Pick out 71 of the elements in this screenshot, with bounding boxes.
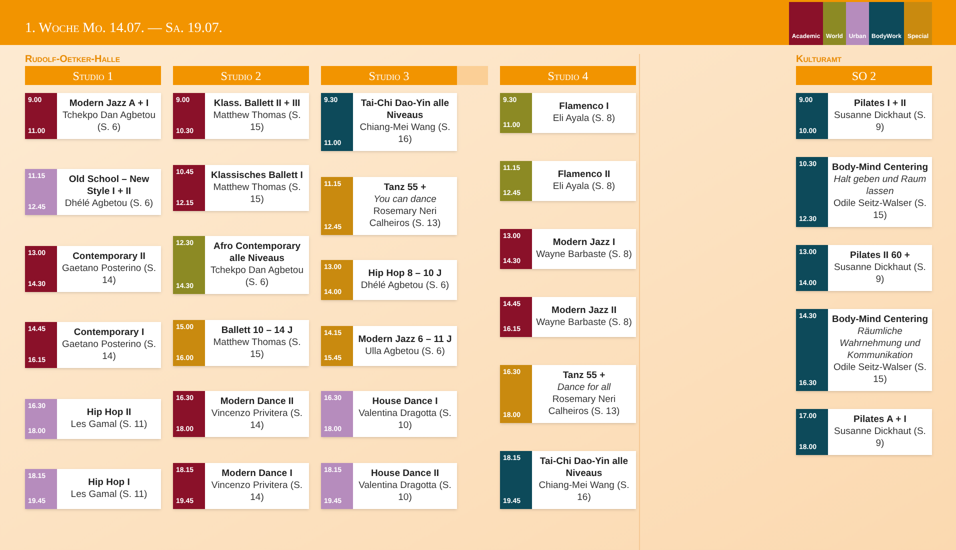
teacher-name: Odile Seitz-Walser (S. 15) [832, 362, 928, 386]
class-title: Contemporary II [72, 250, 146, 263]
teacher-name: Matthew Thomas (S. 15) [212, 336, 302, 361]
teacher-name: Vincenzo Privitera (S. 14) [210, 480, 304, 504]
class-title: House Dance I [372, 396, 438, 408]
teacher-name: Les Gamal (S. 11) [70, 418, 148, 431]
teacher-name: Gaetano Posterino (S. 14) [61, 339, 157, 364]
class-title: Pilates A + I [854, 414, 906, 426]
teacher-name: Eli Ayala (S. 8) [552, 113, 616, 125]
class-title: Afro Contemporary alle Niveaus [212, 241, 302, 266]
class-subtitle: Räumliche Wahrnehmung und Kommunikation [838, 326, 922, 362]
class-title: Pilates I + II [854, 98, 906, 110]
class-title: Tanz 55 + [562, 370, 606, 382]
room-header: Studio 2 [173, 66, 309, 85]
teacher-name: Rosemary Neri Calheiros (S. 13) [547, 394, 621, 418]
class-title: Hip Hop II [86, 406, 132, 419]
class-title: Klass. Ballett II + III [214, 98, 300, 110]
teacher-name: Wayne Barbaste (S. 8) [536, 317, 632, 329]
class-title: Old School – New Style I + II [68, 174, 150, 198]
teacher-name: Matthew Thomas (S. 15) [212, 110, 302, 134]
teacher-name: Wayne Barbaste (S. 8) [536, 249, 632, 261]
class-subtitle: Halt geben und Raum lassen [832, 174, 928, 198]
class-title: Hip Hop I [88, 476, 130, 489]
class-title: Tanz 55 + [384, 182, 426, 194]
class-subtitle: Dance for all [557, 382, 611, 394]
class-title: Modern Dance II [220, 396, 294, 408]
teacher-name: Dhélé Agbetou (S. 6) [360, 280, 450, 292]
class-title: House Dance II [370, 468, 440, 480]
class-title: Ballett 10 – 14 J [221, 324, 293, 337]
class-title: Modern Jazz A + I [69, 98, 149, 110]
teacher-name: Susanne Dickhaut (S. 9) [833, 426, 927, 450]
teacher-name: Les Gamal (S. 11) [70, 488, 148, 501]
teacher-name: Odile Seitz-Walser (S. 15) [832, 198, 928, 222]
room-header: Studio 1 [25, 66, 161, 85]
teacher-name: Valentina Dragotta (S. 10) [358, 408, 452, 432]
teacher-name: Valentina Dragotta (S. 10) [358, 480, 452, 504]
class-title: Body-Mind Centering [832, 162, 928, 174]
teacher-name: Dhélé Agbetou (S. 6) [64, 198, 154, 210]
class-title: Contemporary I [74, 327, 144, 340]
teacher-name: Chiang-Mei Wang (S. 16) [358, 122, 452, 146]
class-title: Body-Mind Centering [832, 314, 928, 326]
teacher-name: Matthew Thomas (S. 15) [212, 182, 302, 206]
teacher-name: Tchekpo Dan Agbetou (S. 6) [62, 110, 156, 134]
class-title: Pilates II 60 + [850, 250, 910, 262]
room-header: SO 2 [796, 66, 932, 85]
header-spacer [457, 66, 488, 85]
class-title: Hip Hop 8 – 10 J [368, 268, 442, 280]
class-title: Modern Jazz I [552, 237, 616, 249]
room-header: Studio 4 [500, 66, 636, 85]
class-title: Tai-Chi Dao-Yin alle Niveaus [360, 98, 450, 122]
class-title: Klassisches Ballett I [211, 170, 303, 182]
teacher-name: Ulla Agbetou (S. 6) [365, 346, 445, 358]
venue-name: Rudolf-Oetker-Halle [25, 54, 120, 66]
teacher-name: Eli Ayala (S. 8) [552, 181, 616, 193]
venue-name: Kulturamt [796, 54, 842, 66]
room-header: Studio 3 [321, 66, 457, 85]
teacher-name: Chiang-Mei Wang (S. 16) [538, 480, 630, 504]
class-title: Modern Dance I [222, 468, 292, 480]
teacher-name: Rosemary Neri Calheiros (S. 13) [368, 206, 442, 230]
class-subtitle: You can dance [374, 194, 436, 206]
class-title: Flamenco II [558, 169, 610, 181]
teacher-name: Tchekpo Dan Agbetou (S. 6) [210, 265, 304, 290]
teacher-name: Susanne Dickhaut (S. 9) [833, 262, 927, 286]
class-title: Modern Jazz 6 – 11 J [358, 334, 452, 346]
page-title: 1. Woche Mo. 14.07. — Sa. 19.07. [25, 20, 222, 38]
teacher-name: Susanne Dickhaut (S. 9) [833, 110, 927, 134]
teacher-name: Vincenzo Privitera (S. 14) [210, 408, 304, 432]
class-title: Tai-Chi Dao-Yin alle Niveaus [538, 456, 630, 480]
teacher-name: Gaetano Posterino (S. 14) [61, 262, 157, 287]
class-title: Modern Jazz II [552, 305, 616, 317]
class-title: Flamenco I [559, 101, 609, 113]
